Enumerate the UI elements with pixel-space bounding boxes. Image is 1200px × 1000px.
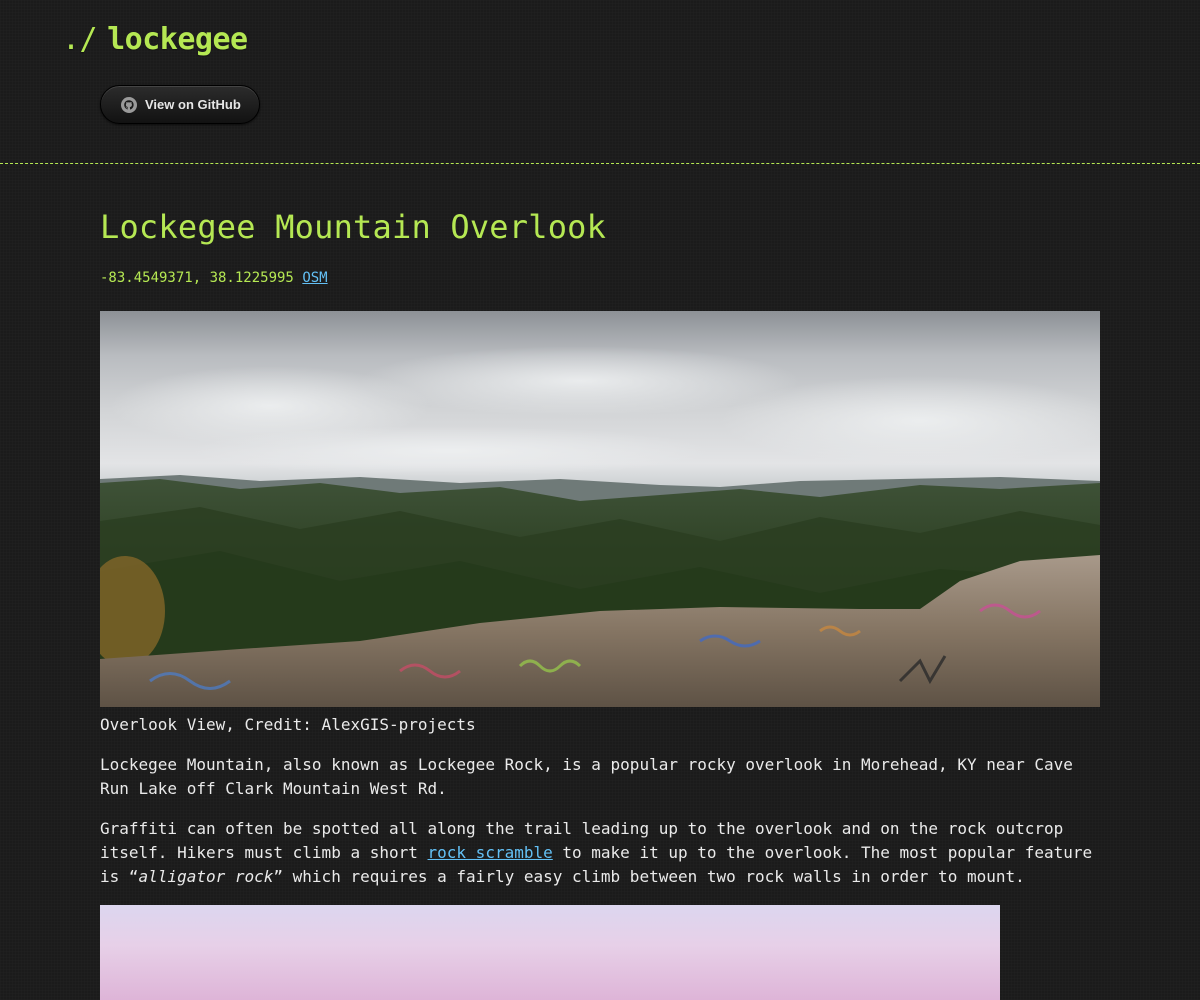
github-button-label: View on GitHub (145, 97, 241, 112)
overlook-photo (100, 311, 1100, 707)
page-title: Lockegee Mountain Overlook (100, 208, 607, 246)
coordinates-line: -83.4549371, 38.1225995 OSM (100, 270, 328, 286)
osm-link[interactable]: OSM (302, 270, 327, 286)
coordinates-text: -83.4549371, 38.1225995 (100, 270, 294, 286)
site-header: ./ lockegee View on GitHub (0, 0, 1200, 164)
rock-scramble-link[interactable]: rock scramble (428, 843, 553, 862)
intro-paragraph: Lockegee Mountain, also known as Lockege… (100, 755, 1073, 798)
alligator-rock-emphasis: alligator rock (138, 867, 274, 886)
paragraph2-text-end: ” which requires a fairly easy climb bet… (273, 867, 1025, 886)
graffiti-paragraph: Graffiti can often be spotted all along … (100, 817, 1100, 889)
sunset-photo (100, 905, 1000, 1000)
github-icon (121, 96, 137, 113)
site-title-link[interactable]: ./ lockegee (62, 22, 248, 57)
prompt-prefix: ./ (62, 22, 98, 57)
site-name: lockegee (107, 22, 248, 57)
photo-caption: Overlook View, Credit: AlexGIS-projects (100, 715, 476, 734)
view-on-github-button[interactable]: View on GitHub (100, 85, 260, 124)
